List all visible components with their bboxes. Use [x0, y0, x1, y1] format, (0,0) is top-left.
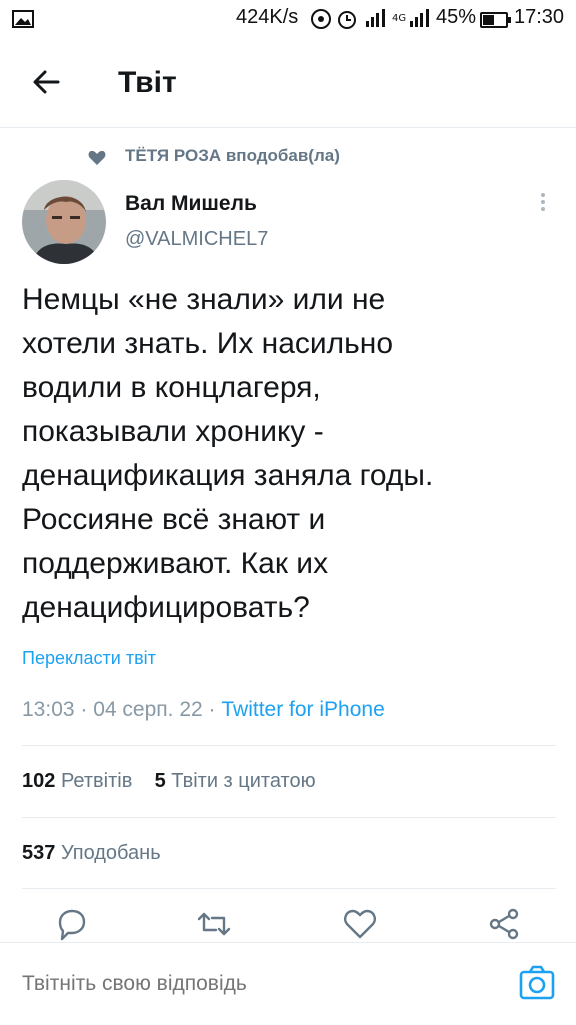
signal-4g-icon: 4G: [392, 9, 429, 27]
translate-tweet-link[interactable]: Перекласти твіт: [22, 648, 156, 669]
retweet-icon[interactable]: [194, 904, 234, 944]
gallery-icon: [12, 10, 34, 28]
tweet-date: 04 серп. 22: [93, 698, 203, 721]
network-speed: 424K/s: [236, 6, 299, 28]
quotes-stat[interactable]: 5 Твіти з цитатою: [155, 770, 316, 792]
quotes-count: 5: [154, 770, 166, 792]
likes-count: 537: [22, 842, 56, 864]
social-context: ТЁТЯ РОЗА вподобав(ла): [125, 146, 340, 165]
retweets-count: 102: [22, 770, 56, 792]
retweets-stat[interactable]: 102 Ретвітів: [22, 770, 132, 792]
quotes-label: Твіти з цитатою: [171, 770, 316, 792]
heart-icon: [88, 150, 106, 165]
author-handle[interactable]: @VALMICHEL7: [125, 228, 268, 251]
divider: [22, 817, 556, 818]
author-name[interactable]: Вал Мишель: [125, 192, 257, 216]
svg-text:4G: 4G: [392, 13, 406, 24]
profile-photo: [22, 180, 106, 264]
clock: 17:30: [514, 6, 565, 28]
divider: [22, 888, 556, 889]
status-bar: 424K/s 4G 45% 17:30: [0, 0, 576, 40]
header-divider: [0, 127, 576, 128]
page-title: Твіт: [118, 66, 177, 99]
battery-percent: 45%: [436, 6, 477, 28]
alarm-icon: [338, 11, 356, 29]
tweet-source-link[interactable]: Twitter for iPhone: [221, 698, 384, 721]
likes-stat[interactable]: 537 Уподобань: [22, 842, 161, 865]
share-icon[interactable]: [484, 904, 524, 944]
like-icon[interactable]: [340, 904, 380, 944]
wifi-hotspot-icon: [311, 9, 331, 29]
tweet-meta: 13:03 · 04 серп. 22 · Twitter for iPhone: [22, 698, 385, 721]
tweet-text: Немцы «не знали» или не хотели знать. Их…: [22, 283, 434, 624]
retweets-label: Ретвітів: [60, 770, 133, 792]
battery-icon: [480, 11, 511, 29]
reply-input[interactable]: [22, 972, 293, 996]
signal-icon: [366, 9, 385, 27]
tweet-time: 13:03: [22, 698, 75, 721]
reply-icon[interactable]: [52, 904, 92, 944]
more-options-icon[interactable]: [533, 190, 553, 220]
likes-label: Уподобань: [60, 842, 161, 864]
back-arrow-icon[interactable]: [28, 64, 64, 100]
avatar[interactable]: [22, 180, 106, 264]
retweet-stats: 102 Ретвітів 5 Твіти з цитатою: [22, 770, 316, 793]
camera-icon[interactable]: [518, 962, 556, 1002]
divider: [22, 745, 556, 746]
